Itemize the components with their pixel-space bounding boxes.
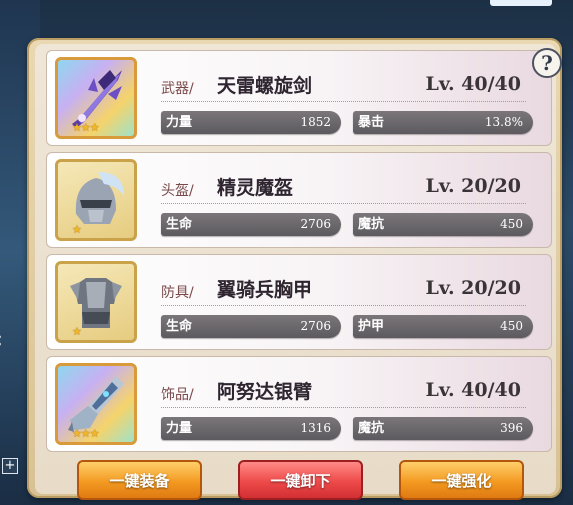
- stat-value: 13.8%: [484, 115, 523, 129]
- gauntlet-icon[interactable]: ★★★: [55, 363, 137, 445]
- stat-bar: 魔抗 396: [353, 417, 533, 440]
- help-button[interactable]: ?: [532, 48, 562, 78]
- item-level: Lv. 20/20: [425, 277, 521, 299]
- stat-bar: 暴击 13.8%: [353, 111, 533, 134]
- stat-name: 力量: [166, 115, 193, 130]
- item-level: Lv. 20/20: [425, 175, 521, 197]
- stat-bar: 力量 1316: [161, 417, 341, 440]
- equipment-card-weapon[interactable]: ★★★ 武器/ 天雷螺旋剑 Lv. 40/40 力量 1852 暴击 13.8%: [46, 50, 552, 146]
- divider: [161, 305, 526, 306]
- stat-value: 1316: [300, 421, 331, 435]
- rarity-stars: ★★★: [72, 121, 100, 134]
- stat-name: 生命: [166, 319, 193, 334]
- top-bar-fragment: [490, 0, 552, 6]
- equip-all-button[interactable]: 一键装备: [77, 460, 202, 500]
- helmet-icon[interactable]: ★: [55, 159, 137, 241]
- stat-value: 2706: [300, 319, 331, 333]
- equipment-card-helmet[interactable]: ★ 头盔/ 精灵魔盔 Lv. 20/20 生命 2706 魔抗 450: [46, 152, 552, 248]
- item-level: Lv. 40/40: [425, 379, 521, 401]
- item-name: 阿努达银臂: [217, 381, 313, 403]
- chest-armor-icon[interactable]: ★: [55, 261, 137, 343]
- divider: [161, 101, 526, 102]
- equipment-card-armor[interactable]: ★ 防具/ 翼骑兵胸甲 Lv. 20/20 生命 2706 护甲 450: [46, 254, 552, 350]
- stat-name: 生命: [166, 217, 193, 232]
- stat-bar: 生命 2706: [161, 213, 341, 236]
- stat-value: 450: [500, 319, 523, 333]
- item-name: 天雷螺旋剑: [217, 75, 313, 97]
- plus-icon[interactable]: +: [2, 458, 18, 474]
- item-type-label: 饰品/: [161, 387, 194, 403]
- equipment-card-accessory[interactable]: ★★★ 饰品/ 阿努达银臂 Lv. 40/40 力量 1316 魔抗 396: [46, 356, 552, 452]
- stat-bar: 力量 1852: [161, 111, 341, 134]
- left-arrow-icon[interactable]: ‹: [0, 326, 12, 356]
- stat-name: 力量: [166, 421, 193, 436]
- stat-name: 魔抗: [358, 217, 385, 232]
- rarity-stars: ★: [72, 325, 82, 338]
- unequip-all-button[interactable]: 一键卸下: [238, 460, 363, 500]
- divider: [161, 407, 526, 408]
- divider: [161, 203, 526, 204]
- stat-bar: 魔抗 450: [353, 213, 533, 236]
- item-type-label: 头盔/: [161, 183, 194, 199]
- stat-value: 1852: [300, 115, 331, 129]
- item-name: 翼骑兵胸甲: [217, 279, 313, 301]
- sword-icon[interactable]: ★★★: [55, 57, 137, 139]
- stat-value: 450: [500, 217, 523, 231]
- stat-name: 护甲: [358, 319, 385, 334]
- stat-bar: 生命 2706: [161, 315, 341, 338]
- stat-name: 魔抗: [358, 421, 385, 436]
- stat-name: 暴击: [358, 115, 385, 130]
- enhance-all-button[interactable]: 一键强化: [399, 460, 524, 500]
- item-type-label: 防具/: [161, 285, 194, 301]
- item-level: Lv. 40/40: [425, 73, 521, 95]
- stat-bar: 护甲 450: [353, 315, 533, 338]
- stat-value: 2706: [300, 217, 331, 231]
- item-name: 精灵魔盔: [217, 177, 294, 199]
- stat-value: 396: [500, 421, 523, 435]
- rarity-stars: ★: [72, 223, 82, 236]
- item-type-label: 武器/: [161, 81, 194, 97]
- rarity-stars: ★★★: [72, 427, 100, 440]
